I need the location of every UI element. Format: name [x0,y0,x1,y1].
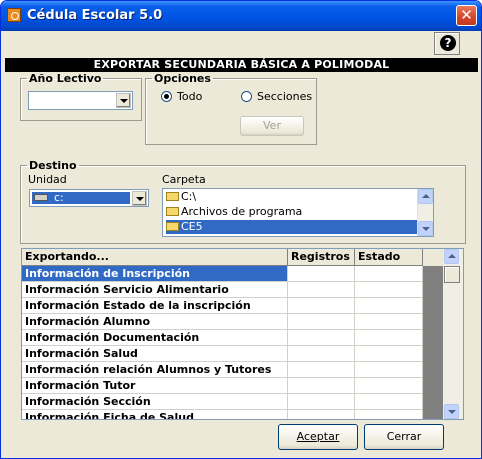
aceptar-label: Aceptar [296,430,340,443]
row-estado [355,362,423,378]
row-name: Información Ficha de Salud [22,410,288,419]
table-row[interactable]: Información Alumno [22,314,443,330]
anio-lectivo-legend: Año Lectivo [29,72,102,85]
app-window: Cédula Escolar 5.0 ✕ ? EXPORTAR SECUNDAR… [0,0,482,459]
unidad-selected: c: [32,191,130,204]
scroll-up-icon[interactable] [418,189,433,204]
row-name: Información relación Alumnos y Tutores [22,362,288,378]
radio-checked-icon[interactable] [161,91,172,102]
row-name: Información de Inscripción [22,266,288,282]
row-name: Información Tutor [22,378,288,394]
anio-lectivo-select[interactable] [28,91,133,110]
carpeta-label: Carpeta [162,173,206,186]
row-registros [288,298,355,314]
row-estado [355,394,423,410]
todo-label: Todo [177,90,203,103]
row-estado [355,346,423,362]
row-registros [288,410,355,419]
cerrar-label: Cerrar [386,430,422,443]
carpeta-list[interactable]: C:\ Archivos de programa CE5 [162,188,434,237]
row-name: Información Documentación [22,330,288,346]
grid-header: Exportando... Registros Estado [22,249,443,266]
window-title: Cédula Escolar 5.0 [27,8,163,23]
row-name: Información Servicio Alimentario [22,282,288,298]
folder-item-label: C:\ [181,190,197,203]
table-row[interactable]: Información Ficha de Salud [22,410,443,419]
grid-scrollbar[interactable] [443,249,463,419]
row-registros [288,282,355,298]
unidad-select[interactable]: c: [29,189,149,207]
row-estado [355,330,423,346]
row-registros [288,346,355,362]
folder-item-selected[interactable]: CE5 [166,220,420,234]
scroll-down-icon[interactable] [418,221,433,236]
row-registros [288,394,355,410]
folder-item[interactable]: Archivos de programa [166,205,420,219]
row-registros [288,378,355,394]
row-estado [355,410,423,419]
row-estado [355,266,423,282]
row-name: Información Estado de la inscripción [22,298,288,314]
folder-item-label: Archivos de programa [181,205,303,218]
help-button[interactable]: ? [434,32,460,55]
chevron-down-icon[interactable] [116,93,131,108]
page-title: EXPORTAR SECUNDARIA BÁSICA A POLIMODAL [5,58,478,72]
ver-button[interactable]: Ver [240,116,304,136]
row-name: Información Alumno [22,314,288,330]
secciones-label: Secciones [257,90,313,103]
table-row[interactable]: Información Documentación [22,330,443,346]
column-header-estado[interactable]: Estado [355,249,423,266]
destino-legend: Destino [29,159,77,172]
table-row[interactable]: Información Salud [22,346,443,362]
export-grid[interactable]: Exportando... Registros Estado Informaci… [21,248,464,420]
row-name: Información Salud [22,346,288,362]
close-button[interactable]: ✕ [456,5,477,26]
column-header-exportando[interactable]: Exportando... [22,249,288,266]
grid-empty-column [423,266,443,419]
opciones-legend: Opciones [154,72,211,85]
row-estado [355,298,423,314]
app-icon [7,8,21,22]
help-icon: ? [440,35,456,51]
carpeta-scrollbar[interactable] [417,189,433,236]
table-row[interactable]: Información Servicio Alimentario [22,282,443,298]
folder-item-label: CE5 [181,220,203,233]
folder-open-icon [166,222,179,231]
row-name: Información Sección [22,394,288,410]
folder-open-icon [166,207,179,216]
drive-icon [34,194,48,201]
unidad-value: c: [54,191,64,204]
folder-item[interactable]: C:\ [166,190,420,204]
aceptar-button[interactable]: Aceptar [278,424,358,450]
scroll-down-icon[interactable] [444,404,459,419]
table-row[interactable]: Información de Inscripción [22,266,443,282]
scroll-up-icon[interactable] [444,249,459,264]
row-registros [288,266,355,282]
table-row[interactable]: Información Sección [22,394,443,410]
row-registros [288,330,355,346]
column-header-registros[interactable]: Registros [288,249,355,266]
row-registros [288,314,355,330]
table-row[interactable]: Información relación Alumnos y Tutores [22,362,443,378]
scroll-thumb[interactable] [444,266,460,283]
row-estado [355,282,423,298]
table-row[interactable]: Información Estado de la inscripción [22,298,443,314]
row-registros [288,362,355,378]
chevron-down-icon[interactable] [132,191,147,206]
folder-open-icon [166,192,179,201]
radio-unchecked-icon[interactable] [241,91,252,102]
table-row[interactable]: Información Tutor [22,378,443,394]
unidad-label: Unidad [28,173,67,186]
unidad-dropdown[interactable] [132,190,148,206]
close-icon: ✕ [460,6,473,24]
row-estado [355,314,423,330]
row-estado [355,378,423,394]
title-bar[interactable]: Cédula Escolar 5.0 ✕ [1,1,481,31]
cerrar-button[interactable]: Cerrar [364,424,444,450]
